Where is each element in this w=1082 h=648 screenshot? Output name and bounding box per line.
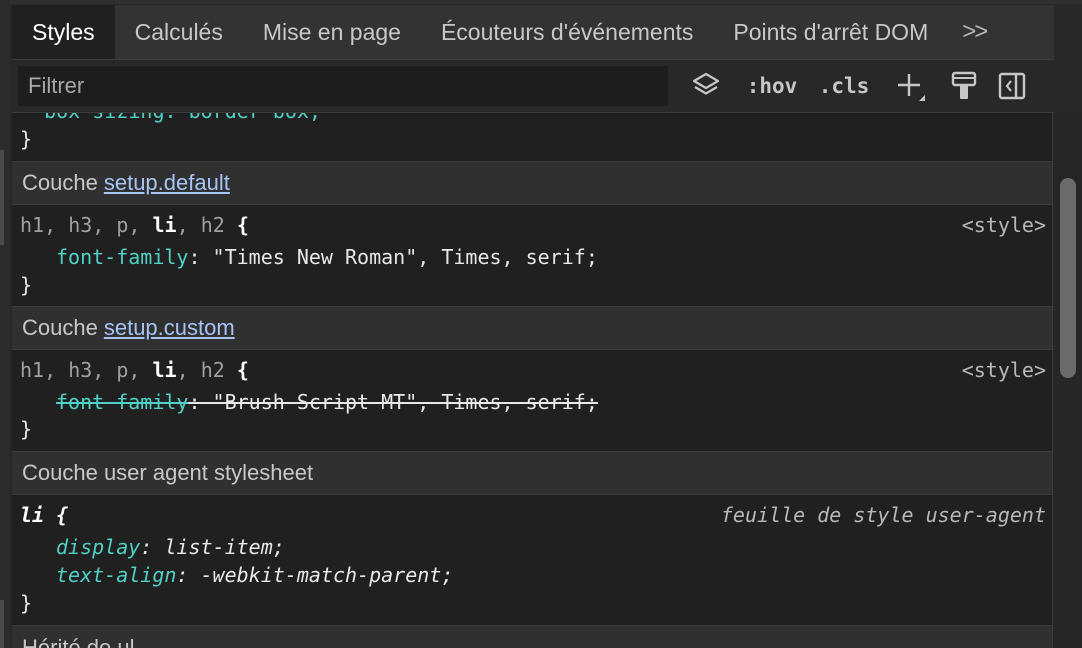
tab-styles[interactable]: Styles (12, 5, 115, 59)
declaration-display: display: list-item; (56, 535, 285, 559)
rule-source-link[interactable]: <style> (962, 358, 1046, 382)
inherited-label: Hérité de ul (22, 635, 135, 648)
rule-selector[interactable]: li { (20, 503, 68, 527)
tab-computed[interactable]: Calculés (115, 5, 243, 59)
rule-selector[interactable]: h1, h3, p, li, h2 { (20, 213, 249, 237)
previous-rule-declaration: box-sizing: border-box; (20, 113, 321, 123)
rule-close: } (20, 417, 33, 441)
rule-source-link[interactable]: <style> (962, 213, 1046, 237)
rule-close: } (20, 273, 33, 297)
scrollbar-thumb[interactable] (1060, 178, 1076, 378)
rule-source-user-agent: feuille de style user-agent (720, 503, 1046, 527)
layer-prefix: Couche (22, 170, 98, 195)
left-gutter (0, 0, 10, 648)
rule-close: } (20, 591, 33, 615)
rule-selector[interactable]: h1, h3, p, li, h2 { (20, 358, 249, 382)
top-edge (0, 0, 1082, 4)
hov-toggle-button[interactable]: :hov (742, 68, 802, 104)
devtools-styles-pane: Styles Calculés Mise en page Écouteurs d… (0, 0, 1082, 648)
layer-prefix: Couche (22, 315, 98, 340)
cls-toggle-button[interactable]: .cls (815, 68, 873, 104)
declaration-text-align: text-align: -webkit-match-parent; (56, 563, 454, 587)
inherited-header: Hérité de ul (12, 625, 1052, 648)
tab-layout[interactable]: Mise en page (243, 5, 421, 59)
styles-rules-panel: box-sizing: border-box; } Couche setup.d… (12, 113, 1053, 648)
layers-icon[interactable] (688, 68, 724, 104)
filter-input[interactable] (18, 66, 668, 106)
layer-link-setup-default[interactable]: setup.default (104, 170, 230, 196)
layer-header-user-agent: Couche user agent stylesheet (12, 451, 1052, 495)
layer-title: Couche user agent stylesheet (22, 460, 314, 485)
previous-rule-close: } (20, 127, 33, 151)
layer-header-setup-custom: Couche setup.custom (12, 306, 1052, 350)
layer-link-setup-custom[interactable]: setup.custom (104, 315, 235, 341)
tab-bar: Styles Calculés Mise en page Écouteurs d… (12, 5, 1054, 60)
layer-header-setup-default: Couche setup.default (12, 161, 1052, 205)
paint-brush-icon[interactable] (946, 68, 982, 104)
tab-event-listeners[interactable]: Écouteurs d'événements (421, 5, 713, 59)
declaration-font-family-overridden[interactable]: font-family: "Brush Script MT", Times, s… (56, 390, 598, 414)
add-rule-icon[interactable] (890, 68, 930, 104)
sidebar-toggle-icon[interactable] (994, 68, 1030, 104)
declaration-font-family[interactable]: font-family: "Times New Roman", Times, s… (56, 245, 598, 269)
tabs-overflow-button[interactable]: >> (948, 5, 1000, 59)
tab-dom-breakpoints[interactable]: Points d'arrêt DOM (713, 5, 948, 59)
styles-toolbar: :hov .cls (12, 60, 1054, 113)
